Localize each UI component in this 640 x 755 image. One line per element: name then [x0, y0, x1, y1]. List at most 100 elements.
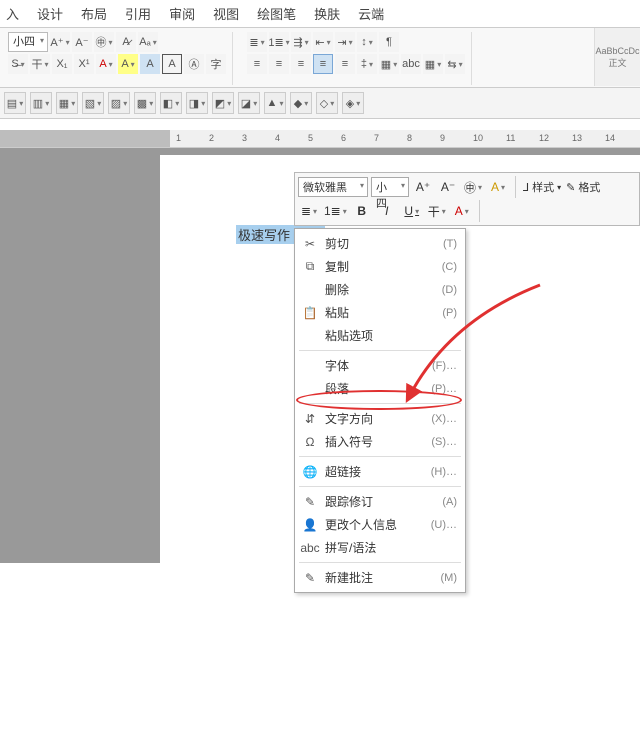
context-menu-shortcut: (A)	[442, 496, 457, 508]
ruler-number: 6	[341, 133, 346, 143]
mini-underline-button[interactable]: U	[401, 200, 423, 222]
ruler-number: 2	[209, 133, 214, 143]
mini-phonetic-icon[interactable]: ㊥	[462, 176, 484, 198]
qa-icon[interactable]: ◧	[160, 92, 182, 114]
ribbon-toolbar: 小四 A⁺ A⁻ ㊥ A̷ Aₐ S̶ 干 X₁ X¹ A A A A Ⓐ 字	[0, 28, 640, 88]
circle-char-icon[interactable]: Ⓐ	[184, 54, 204, 74]
tabs-icon[interactable]: ⇆	[445, 54, 465, 74]
phonetic-icon[interactable]: abc	[401, 54, 421, 74]
qa-icon[interactable]: ◈	[342, 92, 364, 114]
context-menu-item[interactable]: ⇵文字方向(X)…	[295, 407, 465, 430]
qa-icon[interactable]: ▥	[30, 92, 52, 114]
increase-font-icon[interactable]: A⁺	[50, 32, 70, 52]
mini-font-name[interactable]: 微软雅黑	[298, 177, 368, 197]
context-menu-item[interactable]: 🌐超链接(H)…	[295, 460, 465, 483]
menu-item[interactable]: 入	[6, 4, 19, 23]
menu-item[interactable]: 换肤	[314, 4, 340, 23]
context-menu-shortcut: (H)…	[431, 466, 457, 478]
menu-item[interactable]: 布局	[81, 4, 107, 23]
context-menu-shortcut: (F)…	[432, 360, 457, 372]
context-menu-item[interactable]: ⧉复制(C)	[295, 255, 465, 278]
context-menu-item[interactable]: Ω插入符号(S)…	[295, 430, 465, 453]
distribute-icon[interactable]: ≡	[335, 54, 355, 74]
char-border-icon[interactable]: A	[162, 54, 182, 74]
mini-font-color-icon[interactable]: A	[451, 200, 473, 222]
clear-format-icon[interactable]: A̷	[116, 32, 136, 52]
context-menu-shortcut: (T)	[443, 238, 457, 250]
qa-icon[interactable]: ◨	[186, 92, 208, 114]
show-marks-icon[interactable]: ¶	[379, 32, 399, 52]
qa-icon[interactable]: ◪	[238, 92, 260, 114]
align-center-icon[interactable]: ≡	[269, 54, 289, 74]
strike-icon[interactable]: S̶	[8, 54, 28, 74]
qa-icon[interactable]: ▩	[134, 92, 156, 114]
qa-icon[interactable]: ◆	[290, 92, 312, 114]
context-menu-item[interactable]: 📋粘贴(P)	[295, 301, 465, 324]
char-case-icon[interactable]: 字	[206, 54, 226, 74]
char-scale-icon[interactable]: Aₐ	[138, 32, 158, 52]
sort-icon[interactable]: ↕	[357, 32, 377, 52]
strike2-icon[interactable]: 干	[30, 54, 50, 74]
multilevel-list-icon[interactable]: ⇶	[291, 32, 311, 52]
font-color-icon[interactable]: A	[96, 54, 116, 74]
context-menu-label: 段落	[325, 380, 425, 397]
context-menu-shortcut: (C)	[442, 261, 457, 273]
numbering-icon[interactable]: 1≣	[269, 32, 289, 52]
mini-bold-button[interactable]: B	[351, 200, 373, 222]
menu-item[interactable]: 视图	[213, 4, 239, 23]
context-menu-item[interactable]: 段落(P)…	[295, 377, 465, 400]
phonetic-guide-icon[interactable]: ㊥	[94, 32, 114, 52]
mini-increase-font-icon[interactable]: A⁺	[412, 176, 434, 198]
menu-item[interactable]: 云端	[358, 4, 384, 23]
highlight-color-icon[interactable]: A	[118, 54, 138, 74]
context-menu-icon	[301, 282, 319, 298]
qa-icon[interactable]: ▤	[4, 92, 26, 114]
qa-icon[interactable]: ▧	[82, 92, 104, 114]
qa-icon[interactable]: ▦	[56, 92, 78, 114]
mini-styles-button[interactable]: ⅃样式▾	[522, 176, 562, 198]
char-shading-icon[interactable]: A	[140, 54, 160, 74]
qa-icon[interactable]: ◩	[212, 92, 234, 114]
qa-icon[interactable]: ▲	[264, 92, 286, 114]
mini-font-size[interactable]: 小四	[371, 177, 409, 197]
menu-item[interactable]: 引用	[125, 4, 151, 23]
context-menu-icon: ⇵	[301, 411, 319, 427]
shading-icon[interactable]: ▦	[379, 54, 399, 74]
decrease-indent-icon[interactable]: ⇤	[313, 32, 333, 52]
ruler-number: 7	[374, 133, 379, 143]
line-spacing-icon[interactable]: ‡	[357, 54, 377, 74]
ribbon-font-group: 小四 A⁺ A⁻ ㊥ A̷ Aₐ S̶ 干 X₁ X¹ A A A A Ⓐ 字	[2, 32, 233, 85]
mini-highlight-icon[interactable]: A	[487, 176, 509, 198]
bullets-icon[interactable]: ≣	[247, 32, 267, 52]
style-gallery[interactable]: AaBbCcDc 正文	[594, 28, 640, 86]
superscript-icon[interactable]: X¹	[74, 54, 94, 74]
context-menu-item[interactable]: ✂剪切(T)	[295, 232, 465, 255]
menu-item[interactable]: 审阅	[169, 4, 195, 23]
mini-format-button[interactable]: ✎格式	[565, 176, 601, 198]
decrease-font-icon[interactable]: A⁻	[72, 32, 92, 52]
qa-icon[interactable]: ▨	[108, 92, 130, 114]
horizontal-ruler[interactable]: 1234567891011121314	[0, 130, 640, 148]
font-size-select[interactable]: 小四	[8, 32, 48, 52]
context-menu-icon	[301, 381, 319, 397]
context-menu-item[interactable]: 👤更改个人信息(U)…	[295, 513, 465, 536]
context-menu-item[interactable]: 粘贴选项	[295, 324, 465, 347]
qa-icon[interactable]: ◇	[316, 92, 338, 114]
subscript-icon[interactable]: X₁	[52, 54, 72, 74]
context-menu-item[interactable]: abc拼写/语法	[295, 536, 465, 559]
menu-item[interactable]: 设计	[37, 4, 63, 23]
menu-item[interactable]: 绘图笔	[257, 4, 296, 23]
align-left-icon[interactable]: ≡	[247, 54, 267, 74]
align-justify-icon[interactable]: ≡	[313, 54, 333, 74]
mini-decrease-font-icon[interactable]: A⁻	[437, 176, 459, 198]
context-menu-item[interactable]: ✎跟踪修订(A)	[295, 490, 465, 513]
mini-bullets-icon[interactable]: ≣	[298, 200, 320, 222]
mini-strike-icon[interactable]: 干	[426, 200, 448, 222]
align-right-icon[interactable]: ≡	[291, 54, 311, 74]
context-menu-item[interactable]: 删除(D)	[295, 278, 465, 301]
mini-numbering-icon[interactable]: 1≣	[323, 200, 348, 222]
borders-icon[interactable]: ▦	[423, 54, 443, 74]
context-menu-item[interactable]: 字体(F)…	[295, 354, 465, 377]
context-menu-item[interactable]: ✎新建批注(M)	[295, 566, 465, 589]
increase-indent-icon[interactable]: ⇥	[335, 32, 355, 52]
